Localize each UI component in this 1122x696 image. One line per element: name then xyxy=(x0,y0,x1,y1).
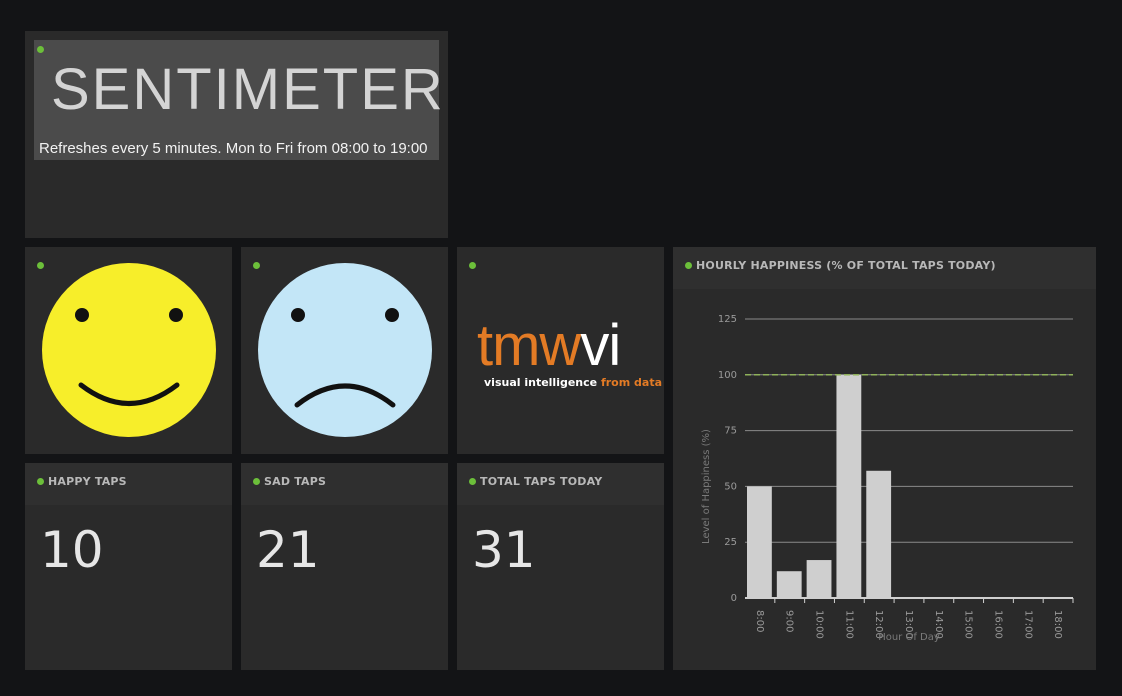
x-tick-label: 9:00 xyxy=(784,610,795,632)
sad-face-icon[interactable] xyxy=(241,247,448,454)
status-dot xyxy=(253,478,260,485)
bar xyxy=(806,560,832,598)
logo-vi: vi xyxy=(580,313,620,378)
x-tick-label: 18:00 xyxy=(1052,610,1063,639)
x-tick-label: 17:00 xyxy=(1022,610,1033,639)
y-tick-label: 75 xyxy=(724,426,737,437)
refresh-subtitle: Refreshes every 5 minutes. Mon to Fri fr… xyxy=(39,140,428,157)
y-tick-label: 125 xyxy=(718,314,737,325)
x-tick-label: 15:00 xyxy=(963,610,974,639)
tile-header: TOTAL TAPS TODAY xyxy=(457,463,664,505)
tmwvi-logo: tmwvi visual intelligence from data xyxy=(477,313,662,389)
title-tile: SENTIMETER Refreshes every 5 minutes. Mo… xyxy=(25,31,448,238)
logo-tile: tmwvi visual intelligence from data xyxy=(457,247,664,454)
status-dot xyxy=(685,262,692,269)
tile-header: SAD TAPS xyxy=(241,463,448,505)
tile-header: HOURLY HAPPINESS (% OF TOTAL TAPS TODAY) xyxy=(673,247,1096,289)
logo-tagline-main: visual intelligence xyxy=(484,376,597,389)
sad-taps-tile: SAD TAPS 21 xyxy=(241,463,448,670)
x-axis-title: Hour Of Day xyxy=(878,632,940,643)
x-tick-label: 8:00 xyxy=(754,610,765,632)
happy-taps-tile: HAPPY TAPS 10 xyxy=(25,463,232,670)
status-dot xyxy=(37,478,44,485)
hourly-happiness-tile: HOURLY HAPPINESS (% OF TOTAL TAPS TODAY)… xyxy=(673,247,1096,670)
total-taps-value: 31 xyxy=(472,521,536,579)
tile-header: HAPPY TAPS xyxy=(25,463,232,505)
status-dot xyxy=(469,478,476,485)
logo-tagline: visual intelligence from data xyxy=(484,376,662,389)
bar xyxy=(776,571,802,598)
total-taps-label: TOTAL TAPS TODAY xyxy=(480,475,603,488)
x-tick-label: 10:00 xyxy=(814,610,825,639)
status-dot xyxy=(37,46,44,53)
happy-face-tile[interactable] xyxy=(25,247,232,454)
happy-face-icon[interactable] xyxy=(25,247,232,454)
logo-wordmark: tmwvi xyxy=(477,313,620,378)
bar xyxy=(747,486,772,598)
sad-taps-value: 21 xyxy=(256,521,320,579)
logo-tagline-end: from data xyxy=(601,376,662,389)
y-axis-title: Level of Happiness (%) xyxy=(701,429,712,544)
logo-tmw: tmw xyxy=(477,313,582,378)
hourly-happiness-chart: 02550751001258:00 9:00 10:00 11:00 12:00 13:0… xyxy=(701,314,1074,643)
y-tick-label: 0 xyxy=(731,593,737,604)
bar xyxy=(866,470,892,598)
happy-taps-label: HAPPY TAPS xyxy=(48,475,127,488)
y-tick-label: 100 xyxy=(718,370,737,381)
x-tick-label: 11:00 xyxy=(843,610,854,639)
x-tick-label: 16:00 xyxy=(992,610,1003,639)
title-panel: SENTIMETER Refreshes every 5 minutes. Mo… xyxy=(34,40,443,160)
y-tick-label: 50 xyxy=(724,481,737,492)
happy-taps-value: 10 xyxy=(40,521,104,579)
chart-title: HOURLY HAPPINESS (% OF TOTAL TAPS TODAY) xyxy=(696,259,996,272)
sad-taps-label: SAD TAPS xyxy=(264,475,327,488)
app-title: SENTIMETER xyxy=(51,57,445,122)
sad-face-tile[interactable] xyxy=(241,247,448,454)
y-tick-label: 25 xyxy=(724,537,737,548)
total-taps-tile: TOTAL TAPS TODAY 31 xyxy=(457,463,664,670)
bar xyxy=(836,374,862,598)
